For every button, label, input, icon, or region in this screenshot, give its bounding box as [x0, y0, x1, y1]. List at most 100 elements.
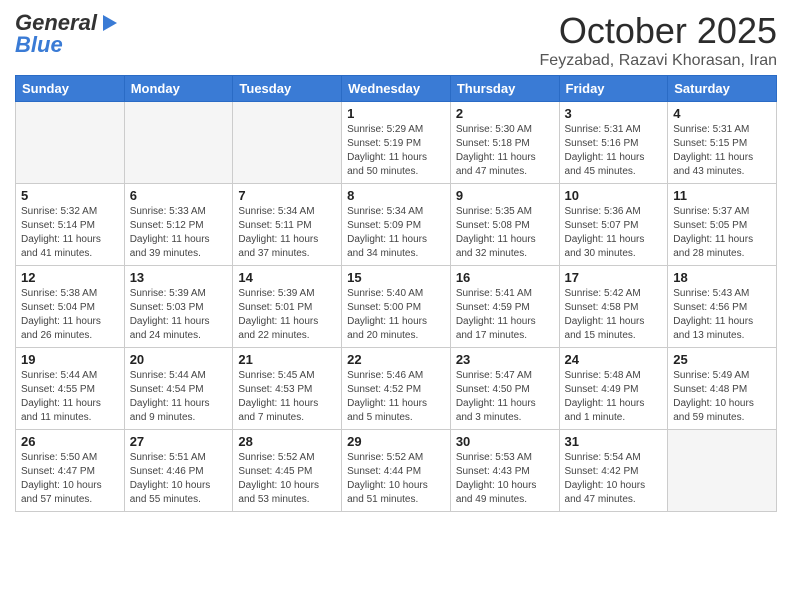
day-info: Sunrise: 5:41 AMSunset: 4:59 PMDaylight:…	[456, 287, 554, 343]
calendar-cell: 24Sunrise: 5:48 AMSunset: 4:49 PMDayligh…	[559, 348, 668, 430]
weekday-header-thursday: Thursday	[450, 76, 559, 102]
day-number: 27	[130, 434, 228, 449]
day-number: 1	[347, 106, 445, 121]
day-number: 3	[565, 106, 663, 121]
calendar-cell: 25 Sunrise: 5:49 AMSunset: 4:48 PMDayligh…	[668, 348, 777, 430]
calendar-cell: 16 Sunrise: 5:41 AMSunset: 4:59 PMDayligh…	[450, 266, 559, 348]
day-number: 30	[456, 434, 554, 449]
day-info: Sunrise: 5:47 AMSunset: 4:50 PMDaylight:…	[456, 369, 554, 425]
day-info: Sunrise: 5:34 AMSunset: 5:11 PMDaylight:…	[238, 205, 336, 261]
calendar-cell	[124, 102, 233, 184]
calendar-cell: 9 Sunrise: 5:35 AMSunset: 5:08 PMDaylight…	[450, 184, 559, 266]
day-info: Sunrise: 5:39 AMSunset: 5:03 PMDaylight:…	[130, 287, 228, 343]
day-number: 20	[130, 352, 228, 367]
logo-blue-text: Blue	[15, 32, 63, 58]
day-info: Sunrise: 5:32 AMSunset: 5:14 PMDaylight:…	[21, 205, 119, 261]
day-info: Sunrise: 5:35 AMSunset: 5:08 PMDaylight:…	[456, 205, 554, 261]
day-number: 16	[456, 270, 554, 285]
day-number: 29	[347, 434, 445, 449]
weekday-header-saturday: Saturday	[668, 76, 777, 102]
calendar-week-row: 1 Sunrise: 5:29 AMSunset: 5:19 PMDaylight…	[16, 102, 777, 184]
day-info: Sunrise: 5:38 AMSunset: 5:04 PMDaylight:…	[21, 287, 119, 343]
day-info: Sunrise: 5:31 AMSunset: 5:15 PMDaylight:…	[673, 123, 771, 179]
calendar-cell: 6 Sunrise: 5:33 AMSunset: 5:12 PMDaylight…	[124, 184, 233, 266]
day-info: Sunrise: 5:34 AMSunset: 5:09 PMDaylight:…	[347, 205, 445, 261]
calendar-cell	[16, 102, 125, 184]
day-number: 6	[130, 188, 228, 203]
day-number: 10	[565, 188, 663, 203]
weekday-header-monday: Monday	[124, 76, 233, 102]
calendar-cell: 26 Sunrise: 5:50 AMSunset: 4:47 PMDayligh…	[16, 430, 125, 512]
day-info: Sunrise: 5:54 AMSunset: 4:42 PMDaylight:…	[565, 451, 663, 507]
calendar-cell: 20 Sunrise: 5:44 AMSunset: 4:54 PMDayligh…	[124, 348, 233, 430]
day-number: 15	[347, 270, 445, 285]
day-number: 5	[21, 188, 119, 203]
day-info: Sunrise: 5:40 AMSunset: 5:00 PMDaylight:…	[347, 287, 445, 343]
page-container: General Blue October 2025 Feyzabad, Raza…	[0, 0, 792, 522]
calendar-cell: 1 Sunrise: 5:29 AMSunset: 5:19 PMDaylight…	[342, 102, 451, 184]
day-info: Sunrise: 5:53 AMSunset: 4:43 PMDaylight:…	[456, 451, 554, 507]
weekday-header-friday: Friday	[559, 76, 668, 102]
calendar-cell: 31 Sunrise: 5:54 AMSunset: 4:42 PMDayligh…	[559, 430, 668, 512]
location-subtitle: Feyzabad, Razavi Khorasan, Iran	[540, 52, 777, 70]
day-number: 19	[21, 352, 119, 367]
calendar-cell: 5 Sunrise: 5:32 AMSunset: 5:14 PMDaylight…	[16, 184, 125, 266]
day-number: 21	[238, 352, 336, 367]
calendar-week-row: 26 Sunrise: 5:50 AMSunset: 4:47 PMDayligh…	[16, 430, 777, 512]
day-number: 14	[238, 270, 336, 285]
day-number: 2	[456, 106, 554, 121]
day-number: 22	[347, 352, 445, 367]
calendar-cell: 22 Sunrise: 5:46 AMSunset: 4:52 PMDayligh…	[342, 348, 451, 430]
calendar-cell	[668, 430, 777, 512]
calendar-week-row: 5 Sunrise: 5:32 AMSunset: 5:14 PMDaylight…	[16, 184, 777, 266]
calendar-cell: 28Sunrise: 5:52 AMSunset: 4:45 PMDayligh…	[233, 430, 342, 512]
day-number: 23	[456, 352, 554, 367]
calendar-table: SundayMondayTuesdayWednesdayThursdayFrid…	[15, 75, 777, 512]
logo-arrow	[103, 15, 117, 31]
day-number: 31	[565, 434, 663, 449]
calendar-cell: 15 Sunrise: 5:40 AMSunset: 5:00 PMDayligh…	[342, 266, 451, 348]
calendar-cell: 29Sunrise: 5:52 AMSunset: 4:44 PMDayligh…	[342, 430, 451, 512]
day-number: 11	[673, 188, 771, 203]
calendar-cell: 2 Sunrise: 5:30 AMSunset: 5:18 PMDaylight…	[450, 102, 559, 184]
header: General Blue October 2025 Feyzabad, Raza…	[15, 10, 777, 70]
day-info: Sunrise: 5:46 AMSunset: 4:52 PMDaylight:…	[347, 369, 445, 425]
day-number: 25	[673, 352, 771, 367]
calendar-cell: 8 Sunrise: 5:34 AMSunset: 5:09 PMDaylight…	[342, 184, 451, 266]
calendar-cell: 11 Sunrise: 5:37 AMSunset: 5:05 PMDayligh…	[668, 184, 777, 266]
calendar-cell: 23 Sunrise: 5:47 AMSunset: 4:50 PMDayligh…	[450, 348, 559, 430]
day-info: Sunrise: 5:29 AMSunset: 5:19 PMDaylight:…	[347, 123, 445, 179]
day-number: 8	[347, 188, 445, 203]
day-number: 13	[130, 270, 228, 285]
calendar-cell: 18Sunrise: 5:43 AMSunset: 4:56 PMDayligh…	[668, 266, 777, 348]
calendar-cell: 4 Sunrise: 5:31 AMSunset: 5:15 PMDaylight…	[668, 102, 777, 184]
day-info: Sunrise: 5:39 AMSunset: 5:01 PMDaylight:…	[238, 287, 336, 343]
calendar-cell: 27Sunrise: 5:51 AMSunset: 4:46 PMDayligh…	[124, 430, 233, 512]
day-number: 24	[565, 352, 663, 367]
calendar-cell: 17Sunrise: 5:42 AMSunset: 4:58 PMDayligh…	[559, 266, 668, 348]
calendar-cell: 10 Sunrise: 5:36 AMSunset: 5:07 PMDayligh…	[559, 184, 668, 266]
day-info: Sunrise: 5:33 AMSunset: 5:12 PMDaylight:…	[130, 205, 228, 261]
day-number: 4	[673, 106, 771, 121]
weekday-header-wednesday: Wednesday	[342, 76, 451, 102]
day-info: Sunrise: 5:50 AMSunset: 4:47 PMDaylight:…	[21, 451, 119, 507]
day-number: 9	[456, 188, 554, 203]
day-info: Sunrise: 5:31 AMSunset: 5:16 PMDaylight:…	[565, 123, 663, 179]
calendar-cell: 19Sunrise: 5:44 AMSunset: 4:55 PMDayligh…	[16, 348, 125, 430]
calendar-cell: 3 Sunrise: 5:31 AMSunset: 5:16 PMDaylight…	[559, 102, 668, 184]
calendar-week-row: 19Sunrise: 5:44 AMSunset: 4:55 PMDayligh…	[16, 348, 777, 430]
day-info: Sunrise: 5:49 AMSunset: 4:48 PMDaylight:…	[673, 369, 771, 425]
day-number: 18	[673, 270, 771, 285]
day-number: 26	[21, 434, 119, 449]
month-title: October 2025	[540, 10, 777, 52]
calendar-cell: 21Sunrise: 5:45 AMSunset: 4:53 PMDayligh…	[233, 348, 342, 430]
day-info: Sunrise: 5:37 AMSunset: 5:05 PMDaylight:…	[673, 205, 771, 261]
calendar-cell: 14 Sunrise: 5:39 AMSunset: 5:01 PMDayligh…	[233, 266, 342, 348]
day-info: Sunrise: 5:30 AMSunset: 5:18 PMDaylight:…	[456, 123, 554, 179]
weekday-header-row: SundayMondayTuesdayWednesdayThursdayFrid…	[16, 76, 777, 102]
day-info: Sunrise: 5:36 AMSunset: 5:07 PMDaylight:…	[565, 205, 663, 261]
day-number: 12	[21, 270, 119, 285]
day-info: Sunrise: 5:44 AMSunset: 4:54 PMDaylight:…	[130, 369, 228, 425]
day-info: Sunrise: 5:42 AMSunset: 4:58 PMDaylight:…	[565, 287, 663, 343]
weekday-header-tuesday: Tuesday	[233, 76, 342, 102]
